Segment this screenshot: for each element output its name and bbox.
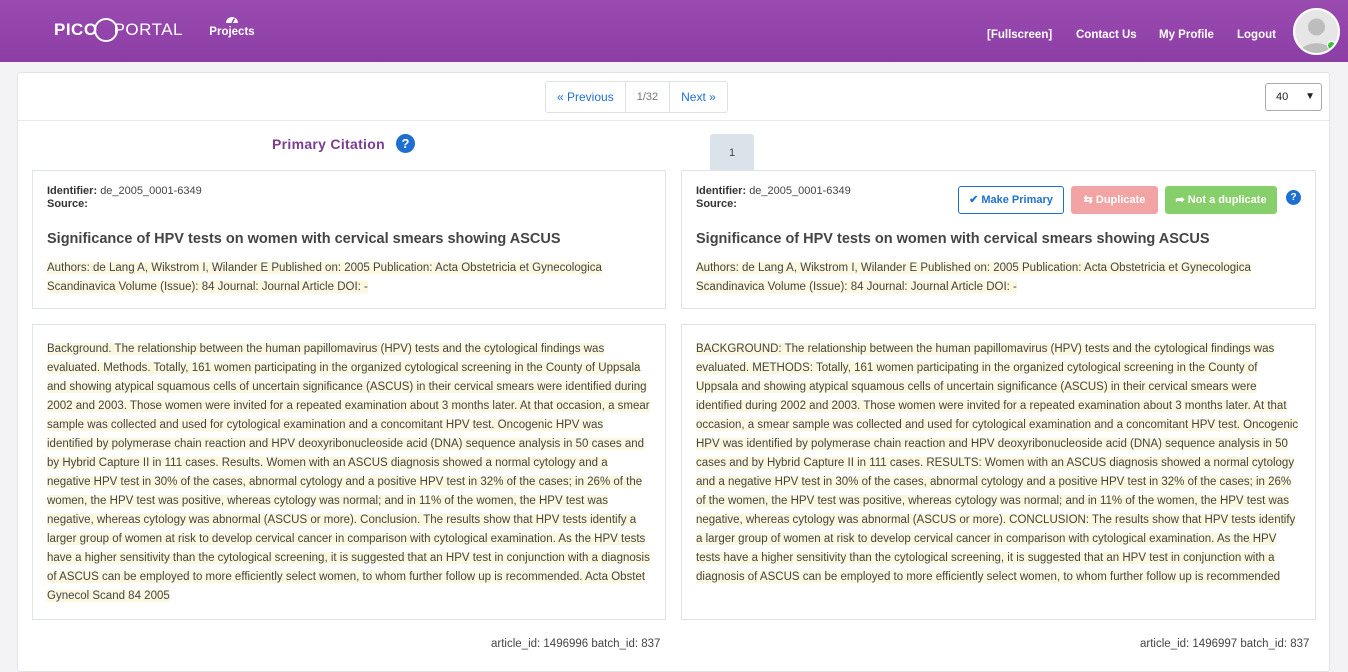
help-icon[interactable]: ? (1286, 190, 1301, 205)
source-label: Source: (696, 198, 737, 210)
identifier-label: Identifier: (47, 185, 98, 197)
swap-arrows-icon: ⇆ (1083, 194, 1093, 206)
dashboard-gauge-icon (226, 17, 238, 24)
primary-identifier-block: Identifier: de_2005_0001-6349 Source: (47, 185, 202, 211)
online-status-dot (1327, 41, 1336, 50)
candidate-identifier-value: de_2005_0001-6349 (749, 185, 851, 197)
per-page-select[interactable]: 40 ▼ (1265, 83, 1322, 111)
not-duplicate-button[interactable]: ➦ Not a duplicate (1165, 186, 1277, 214)
header-divider (18, 120, 1329, 121)
top-navbar: PICO PORTAL Projects [Fullscreen] Contac… (0, 0, 1348, 62)
candidate-citation-card: Identifier: de_2005_0001-6349 Source: ✔ … (681, 170, 1316, 309)
next-button[interactable]: Next » (670, 82, 727, 112)
primary-abstract: Background. The relationship between the… (47, 343, 650, 602)
chevron-down-icon: ▼ (1305, 91, 1315, 102)
contact-us-link[interactable]: Contact Us (1076, 29, 1137, 41)
candidate-abstract: BACKGROUND: The relationship between the… (696, 343, 1299, 583)
candidate-citation-title: Significance of HPV tests on women with … (696, 231, 1210, 247)
primary-abstract-card: Background. The relationship between the… (32, 324, 666, 620)
identifier-label: Identifier: (696, 185, 747, 197)
fullscreen-link[interactable]: [Fullscreen] (987, 29, 1052, 41)
logo-text-portal: PORTAL (113, 20, 184, 39)
per-page-value: 40 (1276, 91, 1289, 103)
logo-text-pico: PICO (54, 20, 98, 39)
source-label: Source: (47, 198, 88, 210)
previous-button[interactable]: « Previous (546, 82, 626, 112)
help-icon[interactable]: ? (396, 134, 415, 153)
share-arrow-icon: ➦ (1175, 194, 1185, 206)
candidate-identifier-block: Identifier: de_2005_0001-6349 Source: (696, 185, 851, 211)
check-icon: ✔ (969, 194, 979, 206)
primary-article-ids: article_id: 1496996 batch_id: 837 (491, 638, 661, 650)
primary-citation-title: Significance of HPV tests on women with … (47, 231, 561, 247)
primary-identifier-value: de_2005_0001-6349 (100, 185, 202, 197)
primary-citation-heading: Primary Citation (272, 136, 385, 152)
pagination: « Previous 1/32 Next » (545, 81, 728, 113)
logout-link[interactable]: Logout (1237, 29, 1276, 41)
primary-citation-card: Identifier: de_2005_0001-6349 Source: Si… (32, 170, 666, 309)
user-avatar[interactable] (1293, 8, 1340, 55)
nav-projects-label: Projects (209, 26, 255, 38)
duplicate-button[interactable]: ⇆ Duplicate (1071, 186, 1158, 214)
make-primary-button[interactable]: ✔ Make Primary (958, 186, 1064, 214)
my-profile-link[interactable]: My Profile (1159, 29, 1214, 41)
candidate-abstract-card: BACKGROUND: The relationship between the… (681, 324, 1316, 620)
candidate-citation-meta: Authors: de Lang A, Wikstrom I, Wilander… (696, 262, 1251, 293)
page-counter: 1/32 (626, 82, 671, 112)
comparison-panel: « Previous 1/32 Next » 40 ▼ Primary Cita… (17, 72, 1330, 672)
nav-projects[interactable]: Projects (206, 14, 258, 38)
tab-candidate-1[interactable]: 1 (710, 134, 754, 170)
candidate-article-ids: article_id: 1496997 batch_id: 837 (1140, 638, 1310, 650)
primary-citation-meta: Authors: de Lang A, Wikstrom I, Wilander… (47, 262, 602, 293)
pico-portal-logo[interactable]: PICO PORTAL (54, 18, 183, 42)
